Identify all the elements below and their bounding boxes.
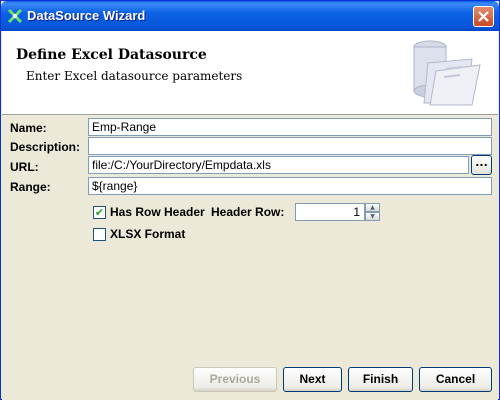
has-row-header-label: Has Row Header <box>110 205 205 219</box>
wizard-header: Define Excel Datasource Enter Excel data… <box>2 31 498 115</box>
spinner-up-button[interactable]: ▲ <box>365 203 380 212</box>
form-panel: Name: Emp-Range Description: URL: file:/… <box>2 116 498 364</box>
cancel-button[interactable]: Cancel <box>419 367 492 392</box>
name-label: Name: <box>10 121 47 135</box>
close-button[interactable] <box>473 6 494 27</box>
down-arrow-icon: ▼ <box>370 213 375 220</box>
url-field[interactable]: file:/C:/YourDirectory/Empdata.xls <box>88 156 469 174</box>
page-subtitle: Enter Excel datasource parameters <box>26 69 243 83</box>
wizard-footer: Previous Next Finish Cancel <box>2 364 498 400</box>
range-field[interactable]: ${range} <box>88 177 492 195</box>
url-label: URL: <box>10 160 39 174</box>
title-bar[interactable]: DataSource Wizard <box>1 1 499 31</box>
description-label: Description: <box>10 140 81 154</box>
next-button[interactable]: Next <box>283 367 342 392</box>
description-field[interactable] <box>88 137 492 155</box>
checkmark-icon: ✔ <box>94 206 105 219</box>
page-title: Define Excel Datasource <box>16 47 207 63</box>
window-title: DataSource Wizard <box>27 8 146 23</box>
up-arrow-icon: ▲ <box>370 204 375 211</box>
wizard-app-icon <box>7 8 23 24</box>
close-icon <box>478 11 489 22</box>
previous-button[interactable]: Previous <box>193 367 277 392</box>
xlsx-format-checkbox[interactable] <box>93 228 106 241</box>
header-row-label: Header Row: <box>211 205 285 219</box>
range-label: Range: <box>10 180 51 194</box>
has-row-header-checkbox[interactable]: ✔ <box>93 206 106 219</box>
spinner-down-button[interactable]: ▼ <box>365 212 380 221</box>
database-folder-icon <box>413 40 481 106</box>
xlsx-format-label: XLSX Format <box>110 227 186 241</box>
name-field[interactable]: Emp-Range <box>88 118 492 136</box>
finish-button[interactable]: Finish <box>348 367 413 392</box>
header-row-spinner[interactable]: 1 <box>295 203 365 221</box>
browse-button[interactable]: ... <box>471 155 492 175</box>
datasource-wizard-window: DataSource Wizard Define Excel Datasourc… <box>0 0 500 400</box>
